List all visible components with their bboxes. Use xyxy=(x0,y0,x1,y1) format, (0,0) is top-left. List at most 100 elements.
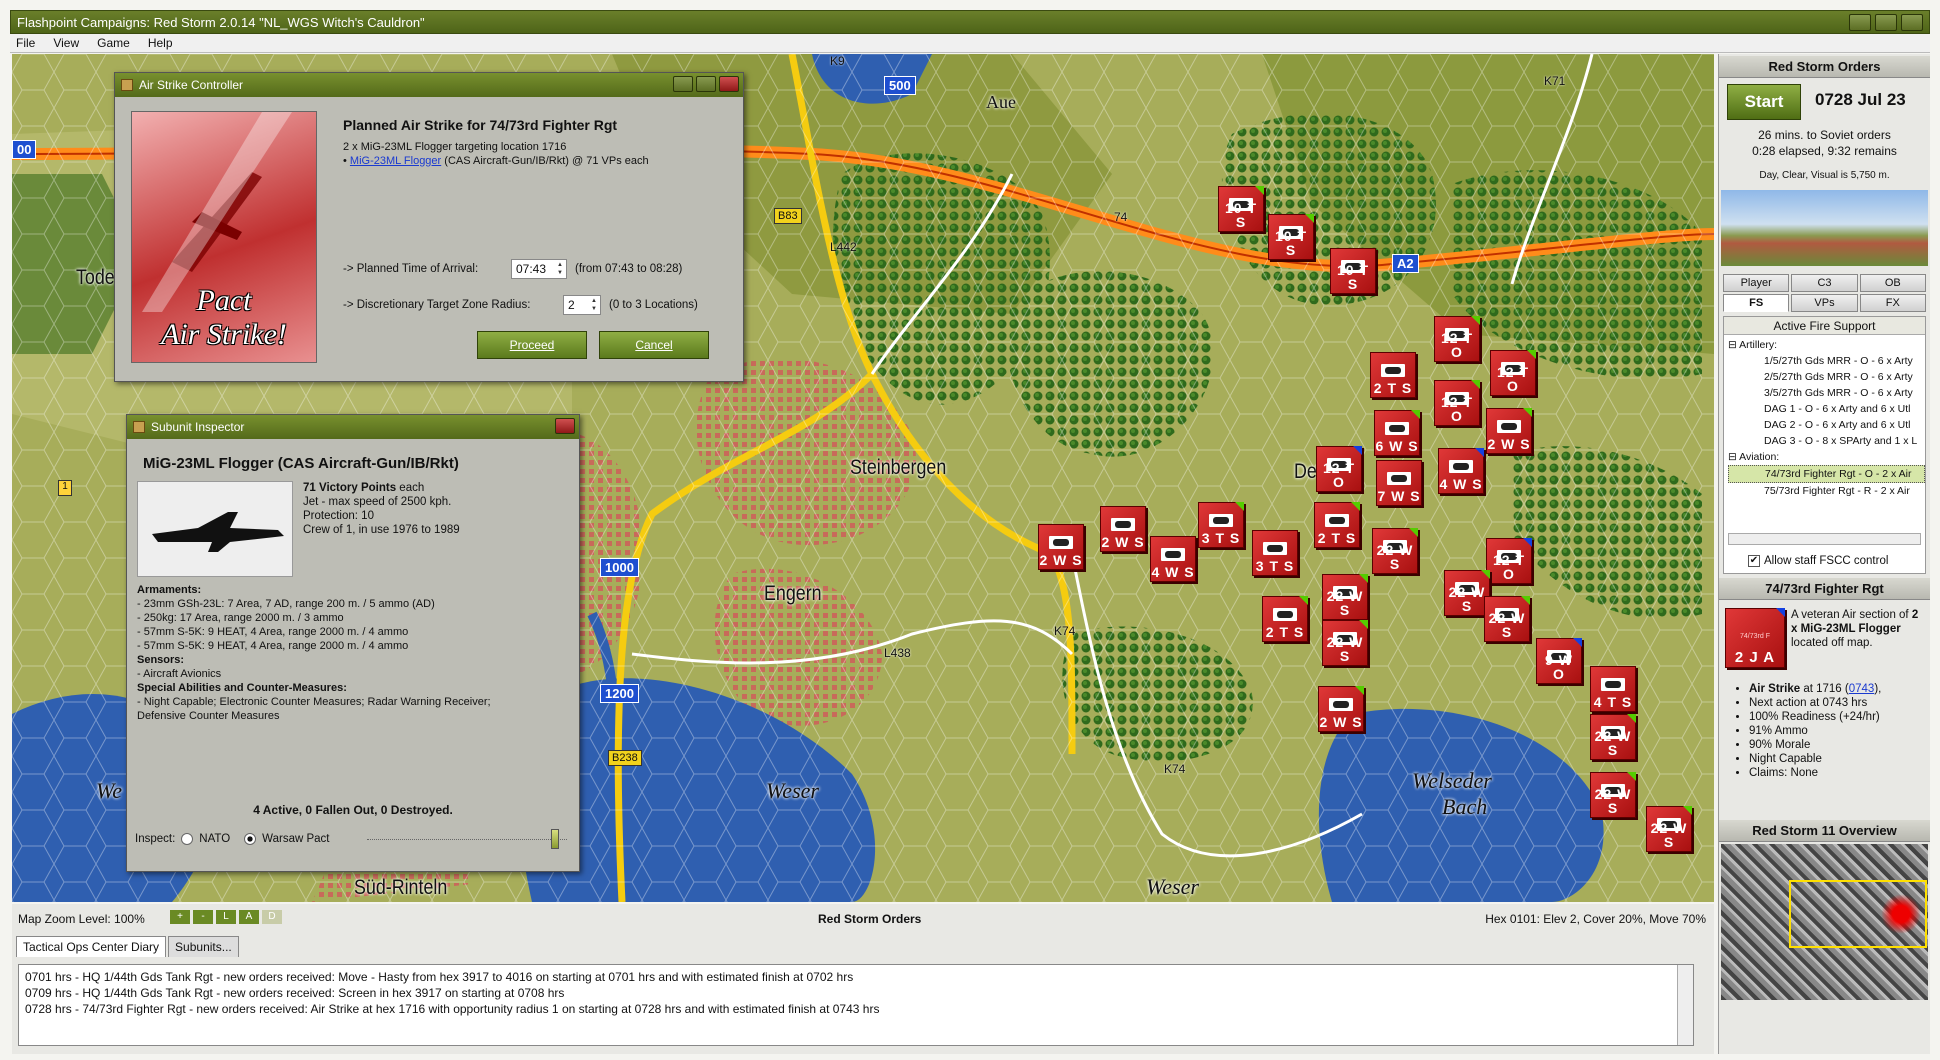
tree-item[interactable]: 3/5/27th Gds MRR - O - 6 x Arty xyxy=(1728,385,1925,401)
proceed-button[interactable]: Proceed xyxy=(477,331,587,359)
bridge-sign-1000: 1000 xyxy=(600,558,639,577)
unit-counter[interactable]: 22 W S xyxy=(1372,528,1418,574)
menu-help[interactable]: Help xyxy=(148,34,173,52)
map-marker[interactable]: 1 xyxy=(58,480,72,496)
unit-counter[interactable]: 12 T O xyxy=(1486,538,1532,584)
dialog-minimize-button[interactable] xyxy=(673,76,693,92)
close-button[interactable] xyxy=(1901,14,1923,31)
overview-minimap[interactable] xyxy=(1721,844,1928,1000)
unit-counter[interactable]: 3 T S xyxy=(1198,502,1244,548)
tab-diary[interactable]: Tactical Ops Center Diary xyxy=(16,936,167,957)
tree-item-selected[interactable]: 74/73rd Fighter Rgt - O - 2 x Air xyxy=(1728,465,1925,483)
aircraft-link[interactable]: MiG-23ML Flogger xyxy=(350,155,441,167)
maximize-button[interactable] xyxy=(1875,14,1897,31)
cancel-button[interactable]: Cancel xyxy=(599,331,709,359)
tab-ob[interactable]: OB xyxy=(1859,274,1926,292)
tab-fx[interactable]: FX xyxy=(1859,294,1926,312)
unit-counter[interactable]: 4 W S xyxy=(1438,448,1484,494)
dialog-maximize-button[interactable] xyxy=(696,76,716,92)
subunit-slider-thumb[interactable] xyxy=(551,829,559,849)
unit-strength-label: 2 W S xyxy=(1319,714,1363,730)
unit-counter[interactable]: 3 T S xyxy=(1252,530,1298,576)
aircraft-link-rest: (CAS Aircraft-Gun/IB/Rkt) @ 71 VPs each xyxy=(441,155,649,167)
unit-counter[interactable]: 2 T S xyxy=(1262,596,1308,642)
unit-counter[interactable]: 12 T O xyxy=(1490,350,1536,396)
unit-counter[interactable]: 9 W O xyxy=(1536,638,1582,684)
unit-counter[interactable]: 10 T S xyxy=(1330,248,1376,294)
start-button[interactable]: Start xyxy=(1727,84,1801,120)
subunit-slider-track[interactable] xyxy=(367,839,567,843)
unit-counter[interactable]: 12 T O xyxy=(1316,446,1362,492)
tree-item[interactable]: DAG 3 - O - 8 x SPArty and 1 x L xyxy=(1728,433,1925,449)
unit-counter[interactable]: 6 W S xyxy=(1374,410,1420,456)
unit-strength-label: 4 T S xyxy=(1593,694,1633,710)
air-strike-dialog-titlebar[interactable]: Air Strike Controller xyxy=(115,73,743,97)
unit-counter[interactable]: 22 W S xyxy=(1322,620,1368,666)
zoom-out-button[interactable]: - xyxy=(193,910,213,924)
unit-type-icon xyxy=(1497,420,1521,433)
water-label-welseder: Welseder xyxy=(1412,768,1492,793)
tree-item[interactable]: DAG 1 - O - 6 x Arty and 6 x Utl xyxy=(1728,401,1925,417)
tab-player[interactable]: Player xyxy=(1723,274,1790,292)
zoom-a-button[interactable]: A xyxy=(239,910,259,924)
unit-status-item: 90% Morale xyxy=(1749,738,1881,752)
unit-counter[interactable]: 2 W S xyxy=(1038,524,1084,570)
tree-scrollbar[interactable] xyxy=(1728,533,1921,545)
unit-counter[interactable]: 22 W S xyxy=(1322,574,1368,620)
subunit-inspector-dialog: Subunit Inspector MiG-23ML Flogger (CAS … xyxy=(126,414,580,872)
unit-counter[interactable]: 22 W S xyxy=(1646,806,1692,852)
arrival-time-spinner[interactable]: 07:43 xyxy=(511,259,567,279)
tree-item[interactable]: 2/5/27th Gds MRR - O - 6 x Arty xyxy=(1728,369,1925,385)
minimize-button[interactable] xyxy=(1849,14,1871,31)
unit-counter[interactable]: 22 W S xyxy=(1484,596,1530,642)
inspector-titlebar[interactable]: Subunit Inspector xyxy=(127,415,579,439)
tree-item[interactable]: 75/73rd Fighter Rgt - R - 2 x Air xyxy=(1728,483,1925,499)
unit-counter[interactable]: 2 T S xyxy=(1370,352,1416,398)
unit-counter[interactable]: 10 T S xyxy=(1268,214,1314,260)
minimap-unit-cluster xyxy=(1881,894,1921,934)
fscc-label: Allow staff FSCC control xyxy=(1764,555,1889,567)
inspector-close-button[interactable] xyxy=(555,418,575,434)
zoom-d-button[interactable]: D xyxy=(262,910,282,924)
road-sign-b83: B83 xyxy=(774,208,802,224)
unit-counter[interactable]: 22 W S xyxy=(1590,772,1636,818)
unit-type-icon xyxy=(1601,678,1625,691)
tree-item[interactable]: 1/5/27th Gds MRR - O - 6 x Arty xyxy=(1728,353,1925,369)
diary-log: 0701 hrs - HQ 1/44th Gds Tank Rgt - new … xyxy=(18,964,1694,1046)
unit-counter[interactable]: 22 W S xyxy=(1590,714,1636,760)
menu-game[interactable]: Game xyxy=(97,34,130,52)
unit-counter[interactable]: 2 W S xyxy=(1486,408,1532,454)
radius-spinner[interactable]: 2 xyxy=(563,295,601,315)
zoom-in-button[interactable]: + xyxy=(170,910,190,924)
unit-type-icon xyxy=(1325,514,1349,527)
unit-type-icon xyxy=(1111,518,1135,531)
tree-group-artillery[interactable]: ⊟ Artillery: xyxy=(1728,337,1925,353)
unit-counter[interactable]: 4 T S xyxy=(1590,666,1636,712)
tab-subunits[interactable]: Subunits... xyxy=(168,936,239,957)
unit-strength-label: 3 T S xyxy=(1255,558,1295,574)
arrival-range: (from 07:43 to 08:28) xyxy=(575,263,683,275)
tab-fs[interactable]: FS xyxy=(1723,294,1790,312)
zoom-l-button[interactable]: L xyxy=(216,910,236,924)
unit-type-icon xyxy=(1449,460,1473,473)
tree-group-aviation[interactable]: ⊟ Aviation: xyxy=(1728,449,1925,465)
menu-file[interactable]: File xyxy=(16,34,35,52)
unit-counter[interactable]: 12 T O xyxy=(1434,380,1480,426)
unit-counter[interactable]: 7 W S xyxy=(1376,460,1422,506)
dialog-close-button[interactable] xyxy=(719,76,739,92)
menu-view[interactable]: View xyxy=(53,34,79,52)
unit-counter[interactable]: 12 T O xyxy=(1434,316,1480,362)
unit-counter[interactable]: 2 W S xyxy=(1318,686,1364,732)
unit-counter[interactable]: 10 T S xyxy=(1218,186,1264,232)
tree-item[interactable]: DAG 2 - O - 6 x Arty and 6 x Utl xyxy=(1728,417,1925,433)
unit-counter[interactable]: 2 T S xyxy=(1314,502,1360,548)
tab-c3[interactable]: C3 xyxy=(1791,274,1858,292)
nato-radio[interactable] xyxy=(181,833,194,845)
log-scrollbar[interactable] xyxy=(1677,965,1693,1045)
unit-counter[interactable]: 74/73rd F 2 J A xyxy=(1725,608,1785,668)
warsaw-pact-radio[interactable] xyxy=(244,833,257,845)
fscc-checkbox[interactable]: ✔ xyxy=(1748,555,1760,567)
unit-counter[interactable]: 4 W S xyxy=(1150,536,1196,582)
unit-counter[interactable]: 2 W S xyxy=(1100,506,1146,552)
tab-vps[interactable]: VPs xyxy=(1791,294,1858,312)
